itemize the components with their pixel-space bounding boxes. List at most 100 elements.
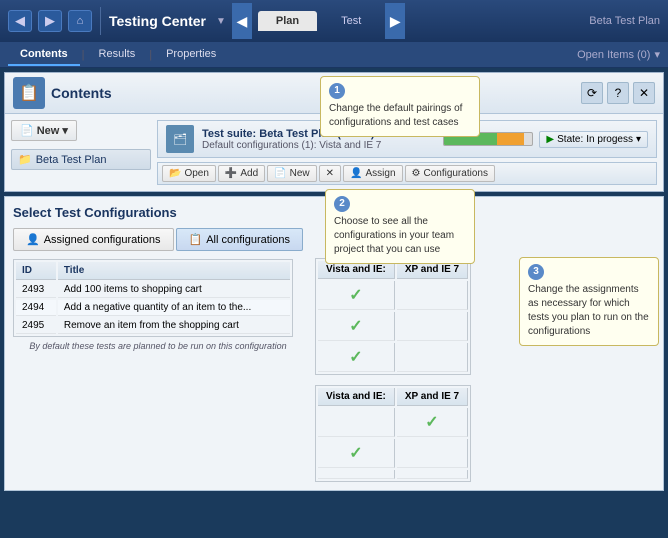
callout-1: 1 Change the default pairings of configu… (320, 76, 480, 137)
assign-label: Assign (365, 168, 395, 179)
table-row (318, 470, 468, 479)
table-row: ✓ (318, 408, 468, 437)
table-row[interactable]: 2494Add a negative quantity of an item t… (16, 300, 290, 316)
all-configs-tab[interactable]: 📋 All configurations (176, 228, 303, 251)
col-id: ID (16, 262, 56, 280)
configurations-icon: ⚙ (412, 168, 421, 179)
refresh-icon[interactable]: ⟳ (581, 82, 603, 104)
row-title: Remove an item from the shopping cart (58, 318, 290, 334)
new-icon: 📄 (20, 124, 34, 137)
tab-bar: Contents | Results | Properties Open Ite… (0, 42, 668, 68)
table-row[interactable]: 2493Add 100 items to shopping cart (16, 282, 290, 298)
delete-label: ✕ (326, 168, 334, 179)
config-tabs: 👤 Assigned configurations 📋 All configur… (13, 228, 303, 251)
callout-2: 2 Choose to see all the configurations i… (325, 189, 475, 264)
contents-panel-title: Contents (51, 85, 575, 101)
add-button[interactable]: ➕ Add (218, 165, 265, 182)
callout-1-text: Change the default pairings of configura… (329, 103, 462, 128)
new-suite-icon: 📄 (274, 168, 286, 179)
state-badge[interactable]: ▶ State: In progess ▾ (539, 131, 648, 148)
open-label: Open (184, 168, 208, 179)
check-table-1: Vista and IE: XP and IE 7 ✓✓✓ (315, 258, 471, 375)
table-row: ✓ (318, 281, 468, 310)
new-label: New (37, 125, 60, 137)
forward-button[interactable]: ▶ (38, 10, 62, 32)
table2-col1: Vista and IE: (318, 388, 395, 406)
top-navigation-bar: ◀ ▶ ⌂ Testing Center ▼ ◀ Plan Test ▶ Bet… (0, 0, 668, 42)
open-button[interactable]: 📂 Open (162, 165, 216, 182)
suite-subtitle: Default configurations (1): Vista and IE… (202, 140, 381, 151)
row-id: 2494 (16, 300, 56, 316)
configurations-label: Configurations (423, 168, 487, 179)
state-dropdown-icon[interactable]: ▾ (636, 134, 641, 145)
left-panel: 📄 New ▾ 📁 Beta Test Plan (11, 120, 151, 185)
tab-test[interactable]: Test (323, 11, 379, 31)
suite-toolbar: 📂 Open ➕ Add 📄 New ✕ (157, 162, 657, 185)
configurations-button[interactable]: ⚙ Configurations (405, 165, 495, 182)
contents-panel-icon: 📋 (13, 77, 45, 109)
callout-1-number: 1 (329, 83, 345, 99)
row-id: 2495 (16, 318, 56, 334)
assign-button[interactable]: 👤 Assign (343, 165, 402, 182)
table2-col2: XP and IE 7 (397, 388, 468, 406)
assign-icon: 👤 (350, 168, 362, 179)
app-title: Testing Center (109, 13, 206, 29)
add-label: Add (240, 168, 258, 179)
table-row[interactable]: 2495Remove an item from the shopping car… (16, 318, 290, 334)
all-configs-label: All configurations (206, 234, 290, 246)
tab-results[interactable]: Results (87, 44, 148, 66)
row-title: Add 100 items to shopping cart (58, 282, 290, 298)
tab-contents[interactable]: Contents (8, 44, 80, 66)
new-suite-button[interactable]: 📄 New (267, 165, 316, 182)
right-nav-arrow[interactable]: ▶ (385, 3, 405, 39)
assigned-icon: 👤 (26, 233, 40, 246)
row-title: Add a negative quantity of an item to th… (58, 300, 290, 316)
left-config-area: 👤 Assigned configurations 📋 All configur… (13, 228, 303, 482)
new-suite-label: New (290, 168, 310, 179)
table-row: ✓ (318, 343, 468, 372)
check-table-2: Vista and IE: XP and IE 7 ✓✓ (315, 385, 471, 482)
assigned-label: Assigned configurations (44, 234, 161, 246)
delete-button[interactable]: ✕ (319, 165, 341, 182)
progress-orange (497, 133, 523, 145)
header-icons: ⟳ ? ✕ (581, 82, 655, 104)
callout-2-number: 2 (334, 196, 350, 212)
tab-plan[interactable]: Plan (258, 11, 317, 31)
home-button[interactable]: ⌂ (68, 10, 92, 32)
check-tables-area: Vista and IE: XP and IE 7 ✓✓✓ Vista and … (315, 258, 471, 482)
separator (100, 7, 101, 35)
add-icon: ➕ (225, 168, 237, 179)
beta-test-plan-item[interactable]: 📁 Beta Test Plan (11, 149, 151, 170)
callout-3-text: Change the assignments as necessary for … (528, 284, 649, 337)
state-label: State: (557, 134, 583, 145)
tree-folder-icon: 📁 (18, 153, 32, 166)
play-icon: ▶ (546, 134, 554, 145)
new-dropdown-icon[interactable]: ▾ (62, 124, 68, 137)
left-nav-arrow[interactable]: ◀ (232, 3, 252, 39)
suite-icon: 🗂 (166, 125, 194, 153)
row-id: 2493 (16, 282, 56, 298)
top-right-label: Beta Test Plan (589, 15, 660, 27)
help-icon[interactable]: ? (607, 82, 629, 104)
open-items-dropdown[interactable]: ▾ (654, 48, 660, 61)
open-items-button[interactable]: Open Items (0) (577, 49, 650, 61)
assigned-configs-tab[interactable]: 👤 Assigned configurations (13, 228, 174, 251)
new-button[interactable]: 📄 New ▾ (11, 120, 77, 141)
callout-3: 3 Change the assignments as necessary fo… (519, 257, 659, 346)
app-dropdown-icon[interactable]: ▼ (216, 16, 226, 27)
bottom-section: Select Test Configurations 2 Choose to s… (4, 196, 664, 491)
state-value: In progess (586, 134, 633, 145)
col-title: Title (58, 262, 290, 280)
tab-properties[interactable]: Properties (154, 44, 228, 66)
all-configs-icon: 📋 (189, 233, 203, 246)
back-button[interactable]: ◀ (8, 10, 32, 32)
tree-item-label: Beta Test Plan (36, 154, 107, 166)
table-row: ✓ (318, 439, 468, 468)
callout-3-number: 3 (528, 264, 544, 280)
open-icon: 📂 (169, 168, 181, 179)
config-note: By default these tests are planned to be… (13, 341, 303, 351)
close-icon[interactable]: ✕ (633, 82, 655, 104)
callout-2-text: Choose to see all the configurations in … (334, 216, 454, 255)
config-table: ID Title 2493Add 100 items to shopping c… (13, 259, 293, 337)
table-row: ✓ (318, 312, 468, 341)
